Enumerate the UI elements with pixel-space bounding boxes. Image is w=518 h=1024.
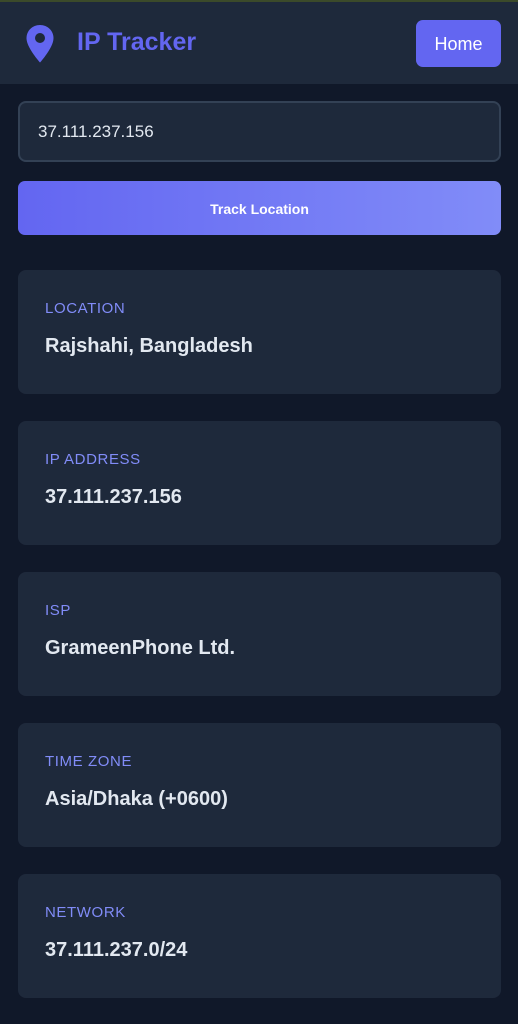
location-label: LOCATION [45,300,126,317]
isp-label: ISP [45,602,71,619]
location-pin-icon [26,25,54,63]
time-zone-card: TIME ZONE Asia/Dhaka (+0600) [18,723,501,847]
app-header: IP Tracker Home [0,2,518,84]
isp-card: ISP GrameenPhone Ltd. [18,572,501,696]
app-title: IP Tracker [77,28,197,56]
network-card: NETWORK 37.111.237.0/24 [18,874,501,998]
ip-address-label: IP ADDRESS [45,451,141,468]
ip-address-input[interactable] [18,101,501,162]
track-location-button[interactable]: Track Location [18,181,501,235]
network-label: NETWORK [45,904,126,921]
page: IP Tracker Home Track Location LOCATION … [0,0,518,1024]
home-button[interactable]: Home [416,20,501,67]
ip-address-card: IP ADDRESS 37.111.237.156 [18,421,501,545]
location-card: LOCATION Rajshahi, Bangladesh [18,270,501,394]
network-value: 37.111.237.0/24 [45,939,188,961]
ip-address-value: 37.111.237.156 [45,486,182,508]
time-zone-value: Asia/Dhaka (+0600) [45,788,228,810]
isp-value: GrameenPhone Ltd. [45,637,236,659]
location-value: Rajshahi, Bangladesh [45,335,253,357]
time-zone-label: TIME ZONE [45,753,133,770]
